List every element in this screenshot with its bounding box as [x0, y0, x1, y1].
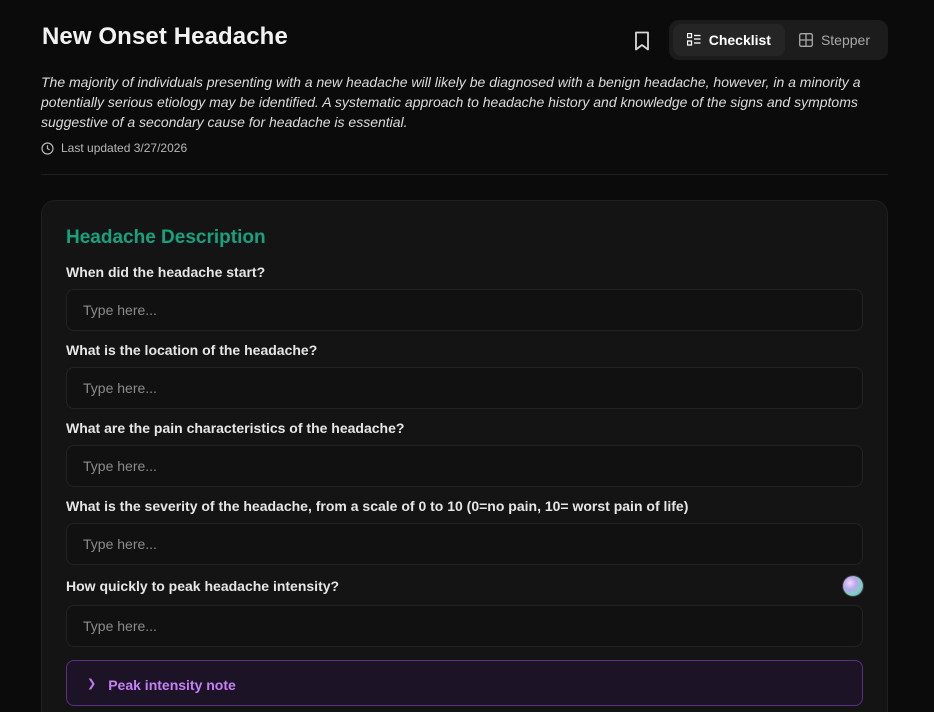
field-severity: What is the severity of the headache, fr… [66, 495, 863, 565]
last-updated: Last updated 3/27/2026 [41, 141, 888, 155]
section-card: Headache Description When did the headac… [41, 200, 888, 712]
checklist-icon [686, 33, 701, 46]
headache-start-input[interactable] [66, 289, 863, 331]
field-pain-characteristics: What are the pain characteristics of the… [66, 417, 863, 487]
header: New Onset Headache Checklist Stepper [41, 0, 888, 60]
stepper-view-label: Stepper [820, 32, 870, 48]
header-actions: Checklist Stepper [629, 20, 888, 60]
page-title: New Onset Headache [42, 23, 288, 50]
field-label: How quickly to peak headache intensity? [66, 578, 340, 594]
checklist-view-label: Checklist [708, 32, 771, 48]
bookmark-icon [634, 31, 649, 51]
field-headache-location: What is the location of the headache? [66, 339, 863, 409]
view-toggle: Checklist Stepper [668, 20, 888, 60]
stepper-view-button[interactable]: Stepper [785, 24, 884, 56]
chevron-right-icon: ❯ [87, 677, 97, 690]
peak-intensity-note[interactable]: ❯ Peak intensity note [66, 660, 863, 706]
page: New Onset Headache Checklist Stepper The… [0, 0, 934, 712]
section-title: Headache Description [66, 227, 266, 248]
headache-location-input[interactable] [66, 367, 863, 409]
field-label: When did the headache start? [66, 264, 266, 280]
checklist-view-button[interactable]: Checklist [672, 24, 785, 56]
field-label: What is the location of the headache? [66, 342, 318, 358]
peak-intensity-input[interactable] [66, 605, 863, 647]
bookmark-button[interactable] [629, 28, 655, 54]
ai-assistant-orb-icon[interactable] [843, 576, 863, 596]
header-divider [41, 174, 888, 175]
pain-characteristics-input[interactable] [66, 445, 863, 487]
field-label: What are the pain characteristics of the… [66, 420, 405, 436]
page-description: The majority of individuals presenting w… [41, 74, 861, 130]
field-headache-start: When did the headache start? [66, 261, 863, 331]
grid-icon [799, 33, 813, 47]
last-updated-text: Last updated 3/27/2026 [61, 141, 188, 155]
field-label: What is the severity of the headache, fr… [66, 498, 689, 514]
field-peak-intensity: How quickly to peak headache intensity? [66, 573, 863, 647]
note-label: Peak intensity note [108, 677, 236, 693]
clock-icon [41, 141, 54, 155]
severity-input[interactable] [66, 523, 863, 565]
